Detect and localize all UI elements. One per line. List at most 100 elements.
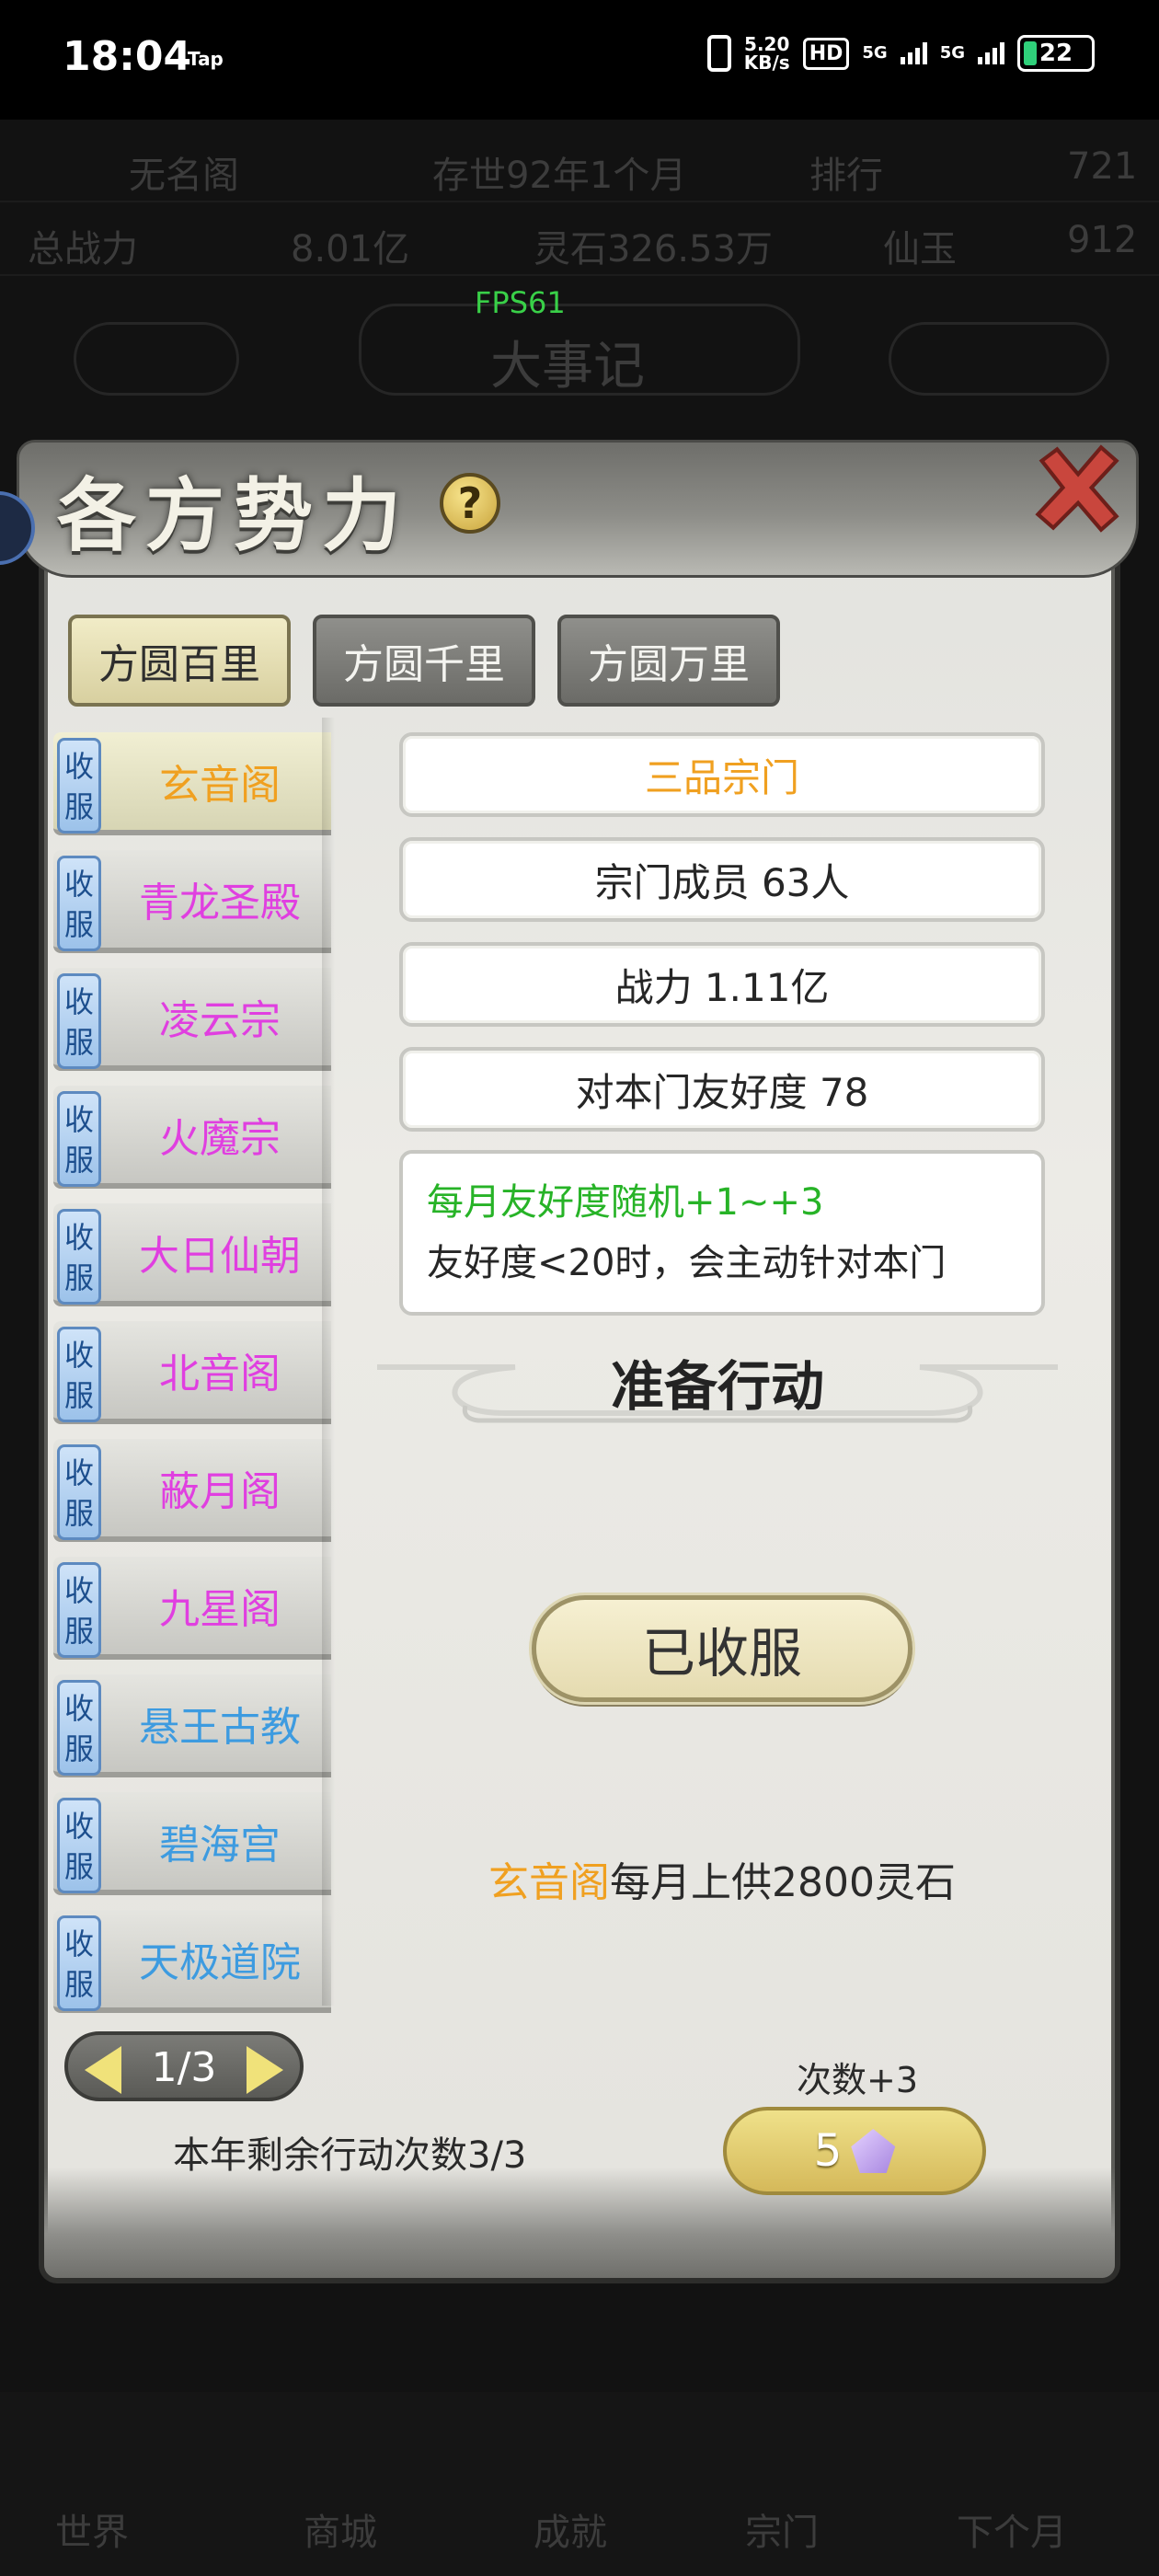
status-time: 18:04 (63, 33, 192, 80)
cost-value: 5 (813, 2125, 843, 2177)
sect-members: 宗门成员 63人 (399, 837, 1045, 922)
sect-power: 战力 1.11亿 (399, 942, 1045, 1027)
faction-item[interactable]: 收服 凌云宗 (53, 968, 331, 1071)
network-type-2: 5G (939, 43, 965, 63)
bg-power-label: 总战力 (28, 228, 138, 270)
next-page-icon[interactable] (247, 2046, 283, 2094)
faction-item[interactable]: 收服悬王古教 (53, 1674, 331, 1777)
bg-nav-sect: 宗门 (745, 2512, 819, 2554)
subjugated-button[interactable]: 已收服 (532, 1595, 912, 1702)
bg-nav-achievement: 成就 (534, 2512, 607, 2554)
bg-age: 存世92年1个月 (432, 155, 687, 197)
speed-value: 5.20 (744, 33, 790, 55)
faction-name: 碧海宫 (159, 1822, 281, 1869)
faction-name: 火魔宗 (159, 1115, 281, 1162)
subjugate-tag[interactable]: 收服 (57, 856, 101, 951)
bg-nav-shop: 商城 (304, 2512, 377, 2554)
subjugate-tag[interactable]: 收服 (57, 1327, 101, 1422)
battery-level: 22 (1039, 40, 1073, 67)
remaining-actions: 本年剩余行动次数3/3 (173, 2134, 527, 2177)
count-bonus-label: 次数+3 (797, 2060, 919, 2100)
tab-range-100[interactable]: 方圆百里 (68, 615, 291, 707)
faction-item[interactable]: 收服 玄音阁 (53, 732, 331, 835)
subjugate-tag[interactable]: 收服 (57, 1562, 101, 1658)
action-title: 准备行动 (610, 1355, 824, 1418)
bg-info-row-2: 总战力 8.01亿 灵石326.53万 仙玉 912 (0, 202, 1159, 276)
bg-power-value: 8.01亿 (291, 228, 410, 270)
bg-rank-label: 排行 (809, 155, 883, 197)
faction-item[interactable]: 收服青龙圣殿 (53, 850, 331, 953)
bg-jade-label: 仙玉 (883, 228, 957, 270)
bg-jade-num: 912 (1067, 219, 1138, 261)
close-icon[interactable] (1028, 440, 1124, 535)
network-type-1: 5G (862, 43, 888, 63)
fps-counter: FPS61 (475, 285, 566, 320)
tribute-amount: 每月上供2800灵石 (610, 1859, 956, 1906)
tab-range-1000[interactable]: 方圆千里 (313, 615, 535, 707)
faction-name: 凌云宗 (159, 997, 281, 1044)
bg-events-pill: 大事记 (359, 304, 800, 397)
signal-icon-2 (978, 42, 1004, 64)
network-speed: 5.20 KB/s (744, 35, 790, 72)
bg-rank-num: 721 (1067, 145, 1138, 188)
faction-item[interactable]: 收服大日仙朝 (53, 1203, 331, 1306)
friendship-monthly-change: 每月友好度随机+1~+3 (427, 1181, 824, 1224)
signal-icon (900, 42, 927, 64)
page-pager: 1/3 (64, 2031, 304, 2101)
subjugate-tag[interactable]: 收服 (57, 1091, 101, 1187)
bg-right-pill (889, 322, 1109, 396)
bg-events-label: 大事记 (490, 337, 645, 397)
subjugate-tag[interactable]: 收服 (57, 1680, 101, 1776)
list-divider (322, 718, 335, 2006)
faction-name: 天极道院 (139, 1939, 301, 1986)
vibrate-icon (706, 35, 731, 72)
faction-item[interactable]: 收服 九星阁 (53, 1557, 331, 1660)
battery-icon: 22 (1017, 35, 1095, 72)
faction-item[interactable]: 收服天极道院 (53, 1910, 331, 2013)
help-icon[interactable]: ? (440, 473, 500, 534)
status-bar: 18:04 Tap 5.20 KB/s HD 5G 5G 22 (0, 0, 1159, 120)
spirit-gem-icon (851, 2129, 896, 2173)
subjugate-tag[interactable]: 收服 (57, 973, 101, 1069)
faction-item[interactable]: 收服 碧海宫 (53, 1792, 331, 1895)
status-tap-label: Tap (188, 48, 224, 70)
faction-item[interactable]: 收服 火魔宗 (53, 1086, 331, 1189)
subjugate-tag[interactable]: 收服 (57, 1798, 101, 1893)
speed-unit: KB/s (743, 52, 790, 74)
faction-name: 大日仙朝 (139, 1233, 301, 1280)
faction-name: 九星阁 (159, 1586, 281, 1633)
hd-icon: HD (802, 37, 850, 70)
subjugate-tag[interactable]: 收服 (57, 1915, 101, 2011)
range-tabs: 方圆百里 方圆千里 方圆万里 (68, 615, 780, 707)
tab-range-10000[interactable]: 方圆万里 (557, 615, 780, 707)
buy-actions-button[interactable]: 5 (723, 2107, 986, 2195)
friendship-warning: 友好度<20时，会主动针对本门 (427, 1242, 947, 1284)
sect-rank: 三品宗门 (399, 732, 1045, 817)
subjugate-tag[interactable]: 收服 (57, 738, 101, 834)
dialog-title: 各方势力 (57, 469, 410, 562)
friendship-description: 每月友好度随机+1~+3 友好度<20时，会主动针对本门 (399, 1150, 1045, 1316)
faction-list: 收服玄音阁收服青龙圣殿收服凌云宗收服火魔宗收服大日仙朝收服北音阁收服蔽月阁收服九… (53, 732, 331, 2028)
subjugate-tag[interactable]: 收服 (57, 1209, 101, 1305)
faction-item[interactable]: 收服 北音阁 (53, 1321, 331, 1424)
bg-nav-next-month: 下个月 (957, 2512, 1067, 2554)
bg-left-pill (74, 322, 239, 396)
sect-friendship: 对本门友好度 78 (399, 1047, 1045, 1132)
tribute-line: 玄音阁每月上供2800灵石 (399, 1849, 1045, 1908)
page-number: 1/3 (151, 2044, 217, 2091)
faction-name: 北音阁 (159, 1351, 281, 1397)
bg-nav-world: 世界 (55, 2512, 129, 2554)
faction-name: 玄音阁 (159, 762, 281, 809)
subjugate-tag[interactable]: 收服 (57, 1444, 101, 1540)
status-icons: 5.20 KB/s HD 5G 5G 22 (706, 35, 1095, 72)
faction-name: 悬王古教 (139, 1704, 301, 1751)
bg-info-row-1: 无名阁 存世92年1个月 排行 721 (0, 129, 1159, 202)
bg-stones: 灵石326.53万 (534, 228, 773, 270)
faction-item[interactable]: 收服 蔽月阁 (53, 1439, 331, 1542)
faction-name: 蔽月阁 (159, 1468, 281, 1515)
bg-bottom-nav: 世界 商城 成就 宗门 下个月 (0, 2392, 1159, 2576)
prev-page-icon[interactable] (85, 2046, 121, 2094)
faction-name: 青龙圣殿 (139, 880, 301, 926)
bg-sect-name: 无名阁 (129, 155, 239, 197)
tribute-sect-name: 玄音阁 (488, 1859, 610, 1906)
